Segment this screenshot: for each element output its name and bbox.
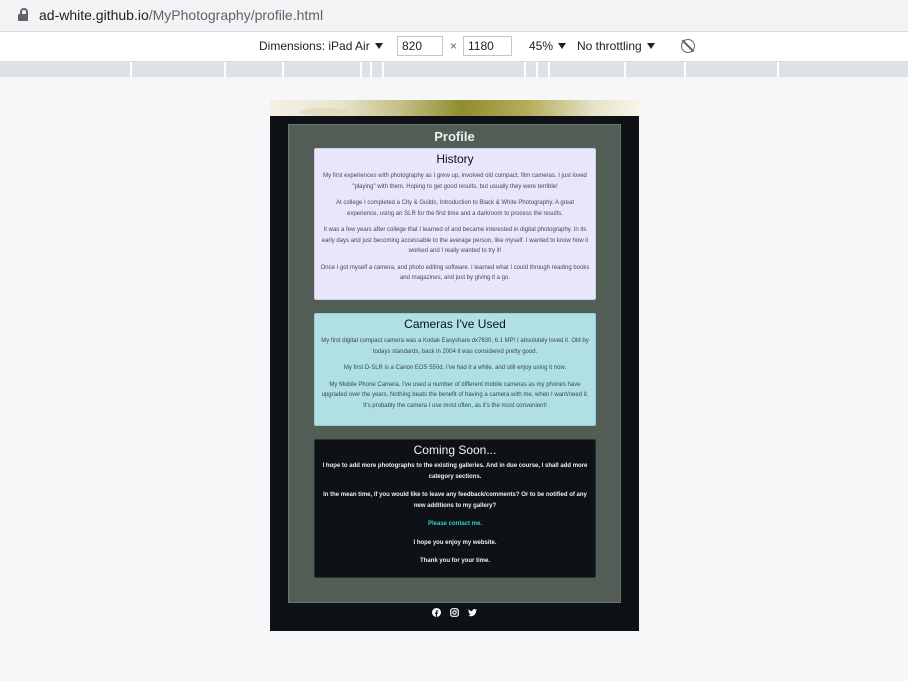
- coming-soon-paragraph: I hope you enjoy my website.: [413, 539, 497, 546]
- cameras-card: Cameras I've Used My first digital compa…: [314, 313, 596, 426]
- throttling-dropdown[interactable]: No throttling: [577, 39, 655, 53]
- social-links: [270, 608, 639, 617]
- instagram-icon[interactable]: [450, 608, 459, 617]
- coming-soon-paragraph: I hope to add more photographs to the ex…: [322, 463, 588, 480]
- zoom-dropdown[interactable]: 45%: [529, 39, 567, 53]
- cameras-paragraph: My first D-SLR is a Canon EOS 550d. I've…: [343, 365, 567, 371]
- history-paragraph: At college I completed a City & Guilds, …: [335, 200, 574, 217]
- coming-soon-heading: Coming Soon...: [413, 443, 497, 457]
- chevron-down-icon: [558, 42, 567, 49]
- cameras-heading: Cameras I've Used: [404, 317, 506, 331]
- history-paragraph: Once I got myself a camera, and photo ed…: [320, 264, 590, 282]
- facebook-icon[interactable]: [432, 608, 441, 617]
- cameras-paragraph: My first digital compact camera was a Ko…: [321, 338, 589, 355]
- url-host: ad-white.github.io: [39, 7, 149, 23]
- rotate-icon[interactable]: [681, 39, 695, 53]
- width-input[interactable]: [397, 36, 443, 56]
- chevron-down-icon: [646, 42, 655, 49]
- device-toolbar: Dimensions: iPad Air × 45% No throttling: [0, 31, 908, 62]
- hero-image: [270, 100, 639, 116]
- contact-link[interactable]: Please contact me.: [320, 519, 590, 530]
- coming-soon-paragraph: Thank you for your time.: [419, 558, 490, 564]
- twitter-icon[interactable]: [468, 608, 477, 617]
- history-card: History My first experiences with photog…: [314, 148, 596, 300]
- history-heading: History: [436, 152, 474, 166]
- dimensions-dropdown[interactable]: Dimensions: iPad Air: [259, 39, 383, 53]
- coming-soon-card: Coming Soon... I hope to add more photog…: [314, 439, 596, 578]
- height-input[interactable]: [463, 36, 512, 56]
- media-query-ruler[interactable]: [0, 62, 908, 77]
- profile-panel: Profile History My first experiences wit…: [288, 124, 621, 603]
- cameras-paragraph: My Mobile Phone Camera. I've used a numb…: [321, 381, 589, 409]
- throttling-label: No throttling: [577, 39, 642, 53]
- url-text[interactable]: ad-white.github.io/MyPhotography/profile…: [39, 7, 323, 23]
- history-paragraph: It was a few years after college that I …: [321, 227, 589, 254]
- lock-icon[interactable]: [18, 8, 28, 21]
- dimension-separator: ×: [450, 39, 458, 53]
- chevron-down-icon: [374, 42, 383, 49]
- coming-soon-paragraph: In the mean time, if you would like to l…: [323, 492, 587, 509]
- zoom-label: 45%: [529, 39, 554, 53]
- history-paragraph: My first experiences with photography as…: [323, 173, 587, 190]
- page-title: Profile: [434, 129, 475, 144]
- url-path: /MyPhotography/profile.html: [148, 7, 324, 23]
- address-bar[interactable]: ad-white.github.io/MyPhotography/profile…: [0, 0, 908, 30]
- device-page: Profile History My first experiences wit…: [270, 100, 639, 631]
- dimensions-label: Dimensions: iPad Air: [259, 39, 370, 53]
